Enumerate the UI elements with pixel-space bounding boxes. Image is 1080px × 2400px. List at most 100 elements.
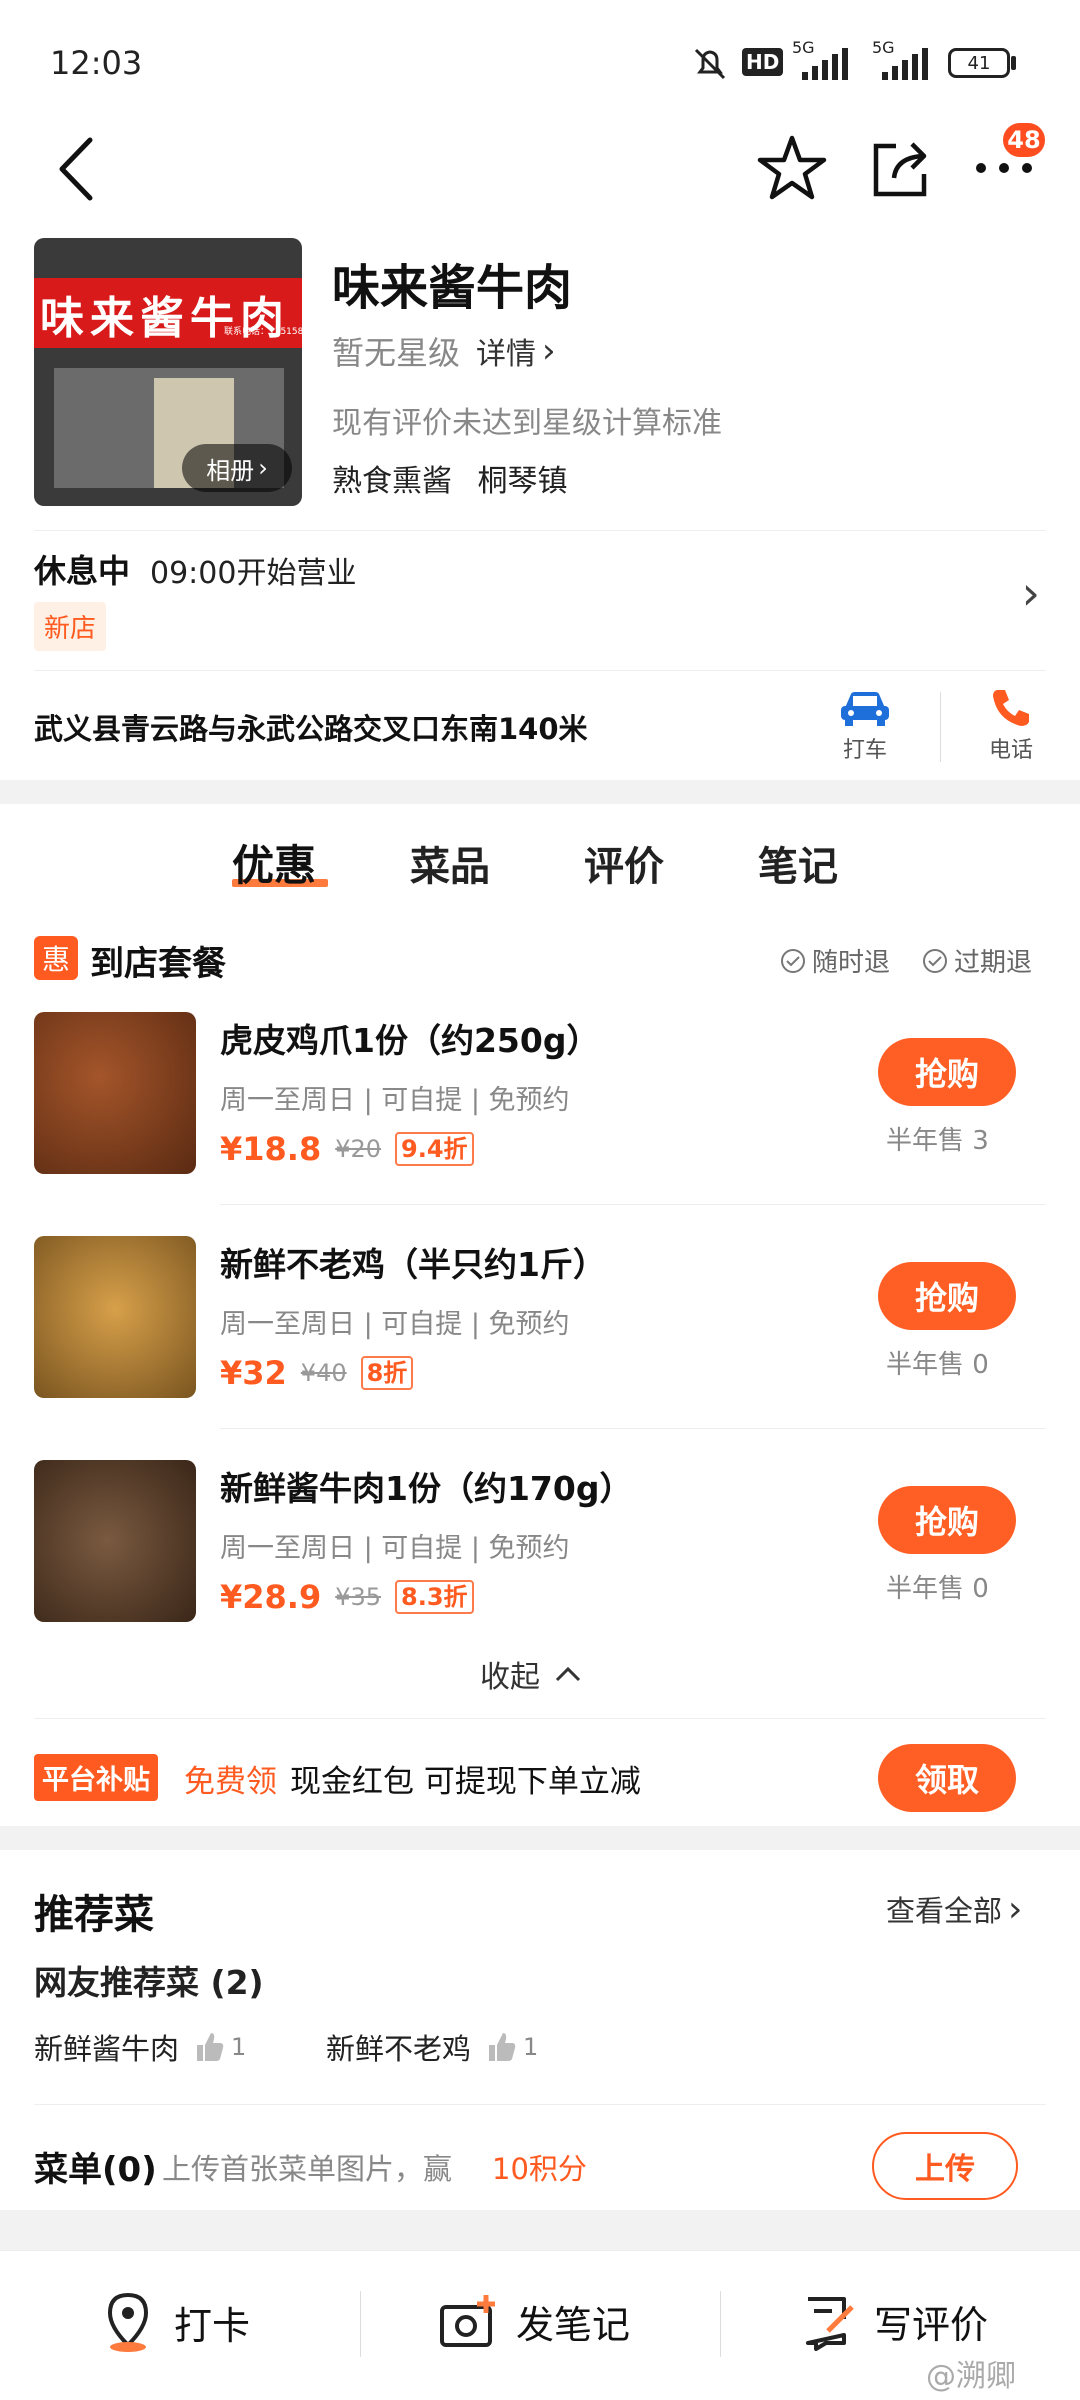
category-row: 熟食熏酱 桐琴镇 — [332, 456, 568, 500]
deal-original-price: ¥35 — [335, 1583, 382, 1611]
tab-deals[interactable]: 优惠 — [232, 832, 328, 890]
divider — [34, 2104, 1046, 2105]
details-link[interactable]: 详情 — [476, 329, 536, 373]
new-store-tag: 新店 — [34, 602, 107, 651]
deal-title: 虎皮鸡爪1份（约250g） — [220, 1021, 600, 1060]
buy-button[interactable]: 抢购 — [878, 1262, 1016, 1330]
album-button[interactable]: 相册 › — [182, 444, 292, 492]
view-all-link[interactable]: 查看全部 › — [886, 1888, 1022, 1930]
recommend-item[interactable]: 新鲜酱牛肉 1 — [34, 2026, 246, 2068]
deals-header: 惠 到店套餐 随时退 过期退 — [34, 932, 1046, 984]
buy-label: 抢购 — [914, 1279, 979, 1317]
deal-image — [34, 1236, 196, 1398]
divider — [220, 1428, 1046, 1429]
tab-dishes[interactable]: 菜品 — [410, 834, 490, 892]
divider — [34, 1718, 1046, 1719]
recommend-item-name: 新鲜不老鸡 — [326, 2032, 472, 2066]
deal-item[interactable]: 虎皮鸡爪1份（约250g） 周一至周日 | 可自提 | 免预约 ¥18.8 ¥2… — [34, 1008, 1046, 1178]
signal-icon-2 — [882, 48, 928, 80]
deal-item[interactable]: 新鲜酱牛肉1份（约170g） 周一至周日 | 可自提 | 免预约 ¥28.9 ¥… — [34, 1456, 1046, 1626]
refund-expired: 过期退 — [922, 942, 1032, 979]
rating-text: 暂无星级 — [332, 334, 461, 372]
subsidy-tag: 平台补贴 — [34, 1754, 158, 1801]
buy-label: 抢购 — [914, 1503, 979, 1541]
location-pin-icon — [107, 2292, 149, 2352]
deals-title: 到店套餐 — [90, 944, 226, 984]
storefront-phone-text: 联系电话：13515899 — [224, 327, 302, 337]
status-bar: 12:03 HD 5G 5G 41 — [0, 0, 1080, 120]
store-photo[interactable]: 味来酱牛肉 联系电话：13515899 相册 › — [34, 238, 302, 506]
deal-title: 新鲜不老鸡（半只约1斤） — [220, 1245, 606, 1284]
phone-button[interactable]: 电话 — [966, 686, 1056, 766]
check-circle-icon — [781, 948, 805, 973]
battery-tip — [1011, 56, 1016, 70]
area[interactable]: 桐琴镇 — [478, 464, 568, 499]
divider — [34, 530, 1046, 531]
deal-sold-count: 半年售 3 — [886, 1126, 989, 1156]
claim-button[interactable]: 领取 — [878, 1744, 1016, 1812]
thumbs-up-icon — [489, 2033, 516, 2061]
deal-subtitle: 周一至周日 | 可自提 | 免预约 — [220, 1309, 570, 1340]
hours-row[interactable]: 休息中 09:00开始营业 新店 › — [34, 546, 1046, 666]
check-circle-icon — [923, 948, 947, 973]
favorite-star-icon[interactable] — [756, 132, 828, 204]
upload-label: 上传 — [915, 2152, 975, 2187]
address-text[interactable]: 武义县青云路与永武公路交叉口东南140米 — [34, 706, 588, 748]
business-status: 休息中 — [34, 552, 131, 590]
deal-image — [34, 1012, 196, 1174]
deal-price: ¥18.8 — [220, 1130, 322, 1168]
claim-label: 领取 — [914, 1761, 979, 1799]
recommend-item-likes: 1 — [523, 2033, 539, 2061]
share-icon[interactable] — [866, 132, 938, 204]
refund-anytime: 随时退 — [780, 942, 890, 979]
car-icon — [841, 692, 889, 726]
recommend-item-likes: 1 — [231, 2033, 247, 2061]
write-review-label: 写评价 — [874, 2302, 989, 2347]
chevron-right-icon: › — [1021, 566, 1040, 620]
collapse-button[interactable]: 收起 — [480, 1652, 582, 1696]
deal-title: 新鲜酱牛肉1份（约170g） — [220, 1469, 633, 1508]
buy-button[interactable]: 抢购 — [878, 1038, 1016, 1106]
recommend-item[interactable]: 新鲜不老鸡 1 — [326, 2026, 538, 2068]
post-note-button[interactable]: 发笔记 — [438, 2291, 630, 2351]
deal-discount-tag: 8折 — [360, 1356, 414, 1390]
category[interactable]: 熟食熏酱 — [332, 464, 452, 499]
collapse-label: 收起 — [480, 1660, 540, 1695]
vertical-divider — [720, 2291, 721, 2357]
checkin-button[interactable]: 打卡 — [100, 2291, 250, 2353]
menu-points: 10积分 — [492, 2152, 587, 2186]
buy-button[interactable]: 抢购 — [878, 1486, 1016, 1554]
deal-price: ¥28.9 — [220, 1578, 322, 1616]
watermark-text: @溯卿 — [926, 2359, 1016, 2394]
signal-icon-1 — [802, 48, 848, 80]
menu-row: 菜单(0) 上传首张菜单图片，赢 10积分 上传 — [34, 2132, 1046, 2200]
deal-subtitle: 周一至周日 | 可自提 | 免预约 — [220, 1085, 570, 1116]
deal-item[interactable]: 新鲜不老鸡（半只约1斤） 周一至周日 | 可自提 | 免预约 ¥32 ¥40 8… — [34, 1232, 1046, 1402]
menu-desc: 上传首张菜单图片，赢 — [162, 2152, 453, 2186]
rating-row: 暂无星级 详情 › — [332, 328, 556, 374]
deal-sold-count: 半年售 0 — [886, 1574, 989, 1604]
battery-level: 41 — [967, 52, 991, 74]
subsidy-text: 现金红包 可提现下单立减 — [290, 1764, 641, 1800]
subsidy-row: 平台补贴 免费领 现金红包 可提现下单立减 领取 — [34, 1740, 1046, 1820]
checkin-label: 打卡 — [174, 2303, 251, 2348]
tab-reviews[interactable]: 评价 — [584, 834, 664, 892]
deal-discount-tag: 8.3折 — [395, 1580, 474, 1614]
chevron-right-icon: › — [542, 331, 556, 371]
rating-note: 现有评价未达到星级计算标准 — [332, 406, 722, 441]
write-review-button[interactable]: 写评价 — [800, 2291, 988, 2351]
divider — [220, 1204, 1046, 1205]
refund-anytime-label: 随时退 — [812, 948, 891, 978]
menu-title: 菜单(0) — [34, 2150, 157, 2190]
taxi-button[interactable]: 打车 — [820, 686, 910, 766]
top-nav: 48 — [0, 120, 1080, 230]
store-header: 味来酱牛肉 联系电话：13515899 相册 › 味来酱牛肉 暂无星级 详情 ›… — [0, 230, 1080, 780]
tab-notes[interactable]: 笔记 — [758, 834, 838, 892]
post-note-label: 发笔记 — [516, 2302, 631, 2347]
notification-badge: 48 — [1000, 120, 1048, 160]
back-icon[interactable] — [52, 134, 102, 204]
deal-discount-tag: 9.4折 — [395, 1132, 474, 1166]
camera-plus-icon — [440, 2295, 495, 2347]
more-icon[interactable] — [976, 158, 1032, 178]
upload-button[interactable]: 上传 — [872, 2132, 1018, 2200]
